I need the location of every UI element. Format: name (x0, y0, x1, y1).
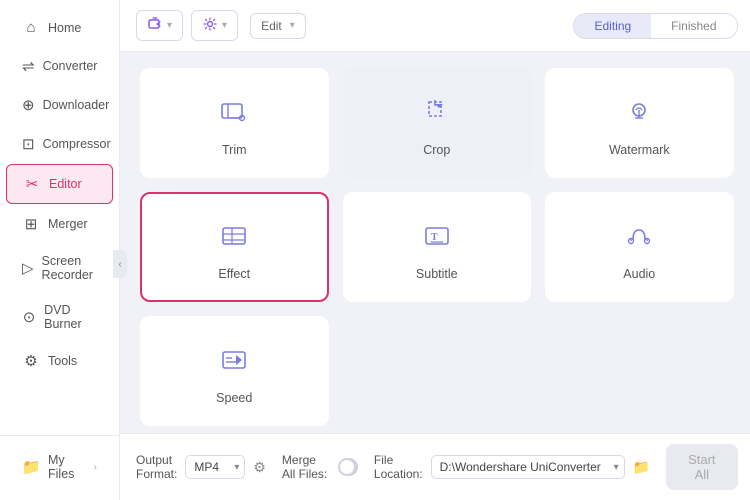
main-content: ▾ ▾ Edit ▾ Editing Finished (120, 0, 750, 500)
crop-icon (421, 96, 453, 133)
sidebar-item-compressor[interactable]: ⊡ Compressor (6, 125, 113, 163)
sidebar-item-converter[interactable]: ⇌ Converter (6, 47, 113, 85)
edit-chevron: ▾ (290, 20, 295, 31)
speed-icon (218, 344, 250, 381)
sidebar-item-dvd-burner[interactable]: ⊙ DVD Burner (6, 293, 113, 341)
grid-item-trim[interactable]: Trim (140, 68, 329, 178)
editor-icon: ✂ (23, 175, 41, 193)
sidebar-item-editor[interactable]: ✂ Editor (6, 164, 113, 204)
myfiles-chevron: › (94, 462, 97, 473)
sidebar-item-merger[interactable]: ⊞ Merger (6, 205, 113, 243)
sidebar-item-home[interactable]: ⌂ Home (6, 9, 113, 46)
watermark-label: Watermark (609, 143, 670, 157)
settings-button[interactable]: ▾ (191, 10, 238, 41)
add-button[interactable]: ▾ (136, 10, 183, 41)
sidebar-item-myfiles[interactable]: 📁 My Files › (6, 443, 113, 491)
home-icon: ⌂ (22, 19, 40, 36)
grid-item-effect[interactable]: Effect (140, 192, 329, 302)
add-chevron: ▾ (167, 20, 172, 31)
sidebar-item-tools[interactable]: ⚙ Tools (6, 342, 113, 380)
tools-icon: ⚙ (22, 352, 40, 370)
home-label: Home (48, 21, 81, 35)
myfiles-icon: 📁 (22, 458, 40, 476)
subtitle-icon: T (421, 220, 453, 257)
start-all-button[interactable]: Start All (666, 444, 737, 490)
file-location-select-wrap: D:\Wondershare UniConverter (431, 455, 625, 479)
sidebar-myfiles-label: My Files (48, 453, 86, 481)
output-format-gear-icon[interactable]: ⚙ (253, 459, 266, 476)
settings-chevron: ▾ (222, 20, 227, 31)
footer: Output Format: MP4 MKV AVI MOV ⚙ Merge A… (120, 433, 750, 500)
audio-icon (623, 220, 655, 257)
settings-icon (202, 16, 218, 35)
downloader-icon: ⊕ (22, 96, 35, 114)
add-icon (147, 16, 163, 35)
file-location-select[interactable]: D:\Wondershare UniConverter (431, 455, 625, 479)
downloader-label: Downloader (43, 98, 110, 112)
merge-toggle[interactable] (338, 458, 358, 476)
sidebar-item-screen-recorder[interactable]: ▷ Screen Recorder (6, 244, 113, 292)
editor-label: Editor (49, 177, 82, 191)
file-location-group: File Location: D:\Wondershare UniConvert… (374, 453, 650, 481)
toolbar: ▾ ▾ Edit ▾ Editing Finished (120, 0, 750, 52)
effect-icon (218, 220, 250, 257)
grid-item-audio[interactable]: Audio (545, 192, 734, 302)
output-format-group: Output Format: MP4 MKV AVI MOV ⚙ (136, 453, 266, 481)
merge-group: Merge All Files: (282, 453, 358, 481)
feature-grid: Trim Crop (140, 68, 734, 426)
tab-finished[interactable]: Finished (651, 14, 736, 38)
toolbar-tabs: Editing Finished (573, 13, 737, 39)
crop-label: Crop (423, 143, 450, 157)
grid-item-speed[interactable]: Speed (140, 316, 329, 426)
sidebar-collapse-btn[interactable]: ‹ (113, 250, 127, 278)
sidebar-bottom: 📁 My Files › (0, 435, 119, 492)
output-format-select-wrap: MP4 MKV AVI MOV (185, 455, 245, 479)
compressor-label: Compressor (43, 137, 111, 151)
effect-label: Effect (218, 267, 250, 281)
edit-select[interactable]: Edit ▾ (250, 13, 306, 39)
svg-text:T: T (431, 232, 438, 243)
sidebar-item-downloader[interactable]: ⊕ Downloader (6, 86, 113, 124)
tab-editing[interactable]: Editing (574, 14, 651, 38)
grid-item-watermark[interactable]: Watermark (545, 68, 734, 178)
dvd-burner-icon: ⊙ (22, 308, 36, 326)
converter-label: Converter (43, 59, 98, 73)
dvd-burner-label: DVD Burner (44, 303, 97, 331)
compressor-icon: ⊡ (22, 135, 35, 153)
sidebar: ⌂ Home ⇌ Converter ⊕ Downloader ⊡ Compressor ✂ Ed… (0, 0, 120, 500)
screen-recorder-label: Screen Recorder (42, 254, 97, 282)
screen-recorder-icon: ▷ (22, 259, 34, 277)
audio-label: Audio (623, 267, 655, 281)
file-location-folder-icon[interactable]: 📁 (633, 459, 650, 476)
tools-label: Tools (48, 354, 77, 368)
output-format-label: Output Format: (136, 453, 177, 481)
trim-label: Trim (222, 143, 247, 157)
watermark-icon (623, 96, 655, 133)
merger-label: Merger (48, 217, 88, 231)
grid-item-crop[interactable]: Crop (343, 68, 532, 178)
trim-icon (218, 96, 250, 133)
merge-label: Merge All Files: (282, 453, 330, 481)
file-location-label: File Location: (374, 453, 423, 481)
grid-area: Trim Crop (120, 52, 750, 433)
grid-item-subtitle[interactable]: T Subtitle (343, 192, 532, 302)
speed-label: Speed (216, 391, 252, 405)
output-format-select[interactable]: MP4 MKV AVI MOV (185, 455, 245, 479)
subtitle-label: Subtitle (416, 267, 458, 281)
edit-label: Edit (261, 19, 282, 33)
merger-icon: ⊞ (22, 215, 40, 233)
converter-icon: ⇌ (22, 57, 35, 75)
